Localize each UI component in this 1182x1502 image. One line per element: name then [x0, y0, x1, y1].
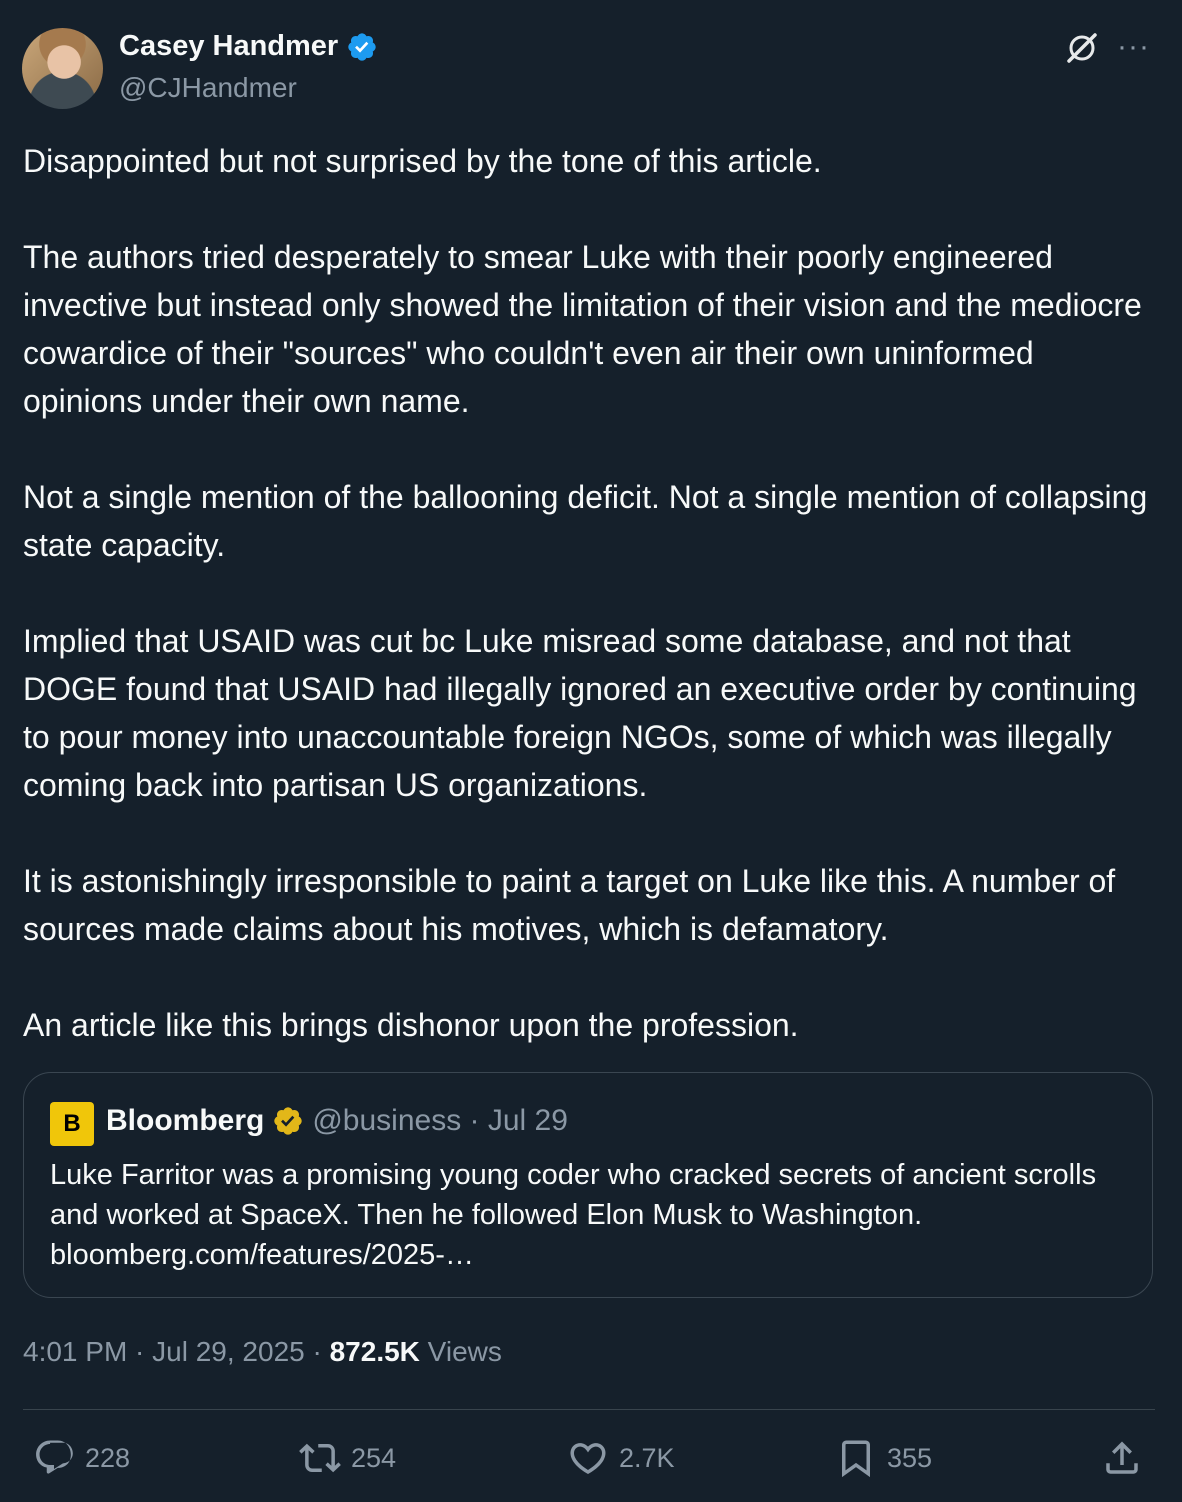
- tweet-paragraph: An article like this brings dishonor upo…: [23, 1007, 799, 1043]
- tweet-paragraph: Disappointed but not surprised by the to…: [23, 143, 822, 179]
- tweet-paragraph: The authors tried desperately to smear L…: [23, 239, 1142, 419]
- quoted-display-name[interactable]: Bloomberg: [106, 1104, 264, 1138]
- reply-count: 228: [85, 1442, 131, 1473]
- quoted-header: Bloomberg @business · Jul 29: [106, 1104, 568, 1138]
- author-handle[interactable]: @CJHandmer: [119, 72, 297, 104]
- tweet-text: Disappointed but not surprised by the to…: [23, 137, 1159, 1097]
- quoted-avatar[interactable]: B: [50, 1102, 94, 1146]
- share-icon: [1106, 1441, 1138, 1474]
- like-button[interactable]: 2.7K: [567, 1428, 675, 1488]
- bookmark-icon: [842, 1440, 870, 1478]
- divider: [23, 1409, 1155, 1410]
- more-icon[interactable]: ···: [1117, 32, 1150, 62]
- tweet: Casey Handmer @CJHandmer ··· Disappointe…: [0, 0, 1182, 1502]
- bookmark-count: 355: [887, 1442, 933, 1473]
- timestamp[interactable]: 4:01 PM · Jul 29, 2025 ·: [23, 1336, 330, 1367]
- verified-badge-icon: [274, 1107, 303, 1135]
- like-icon: [570, 1443, 606, 1475]
- quoted-handle-date[interactable]: @business · Jul 29: [312, 1104, 568, 1138]
- tweet-meta: 4:01 PM · Jul 29, 2025 · 872.5K Views: [23, 1336, 502, 1368]
- quoted-text: Luke Farritor was a promising young code…: [50, 1159, 1097, 1271]
- like-count: 2.7K: [619, 1442, 675, 1473]
- verified-badge-icon: [348, 32, 376, 61]
- reply-button[interactable]: 228: [33, 1428, 130, 1488]
- reply-icon: [36, 1440, 73, 1474]
- repost-button[interactable]: 254: [299, 1428, 396, 1488]
- repost-count: 254: [351, 1442, 397, 1473]
- grok-icon[interactable]: [1064, 30, 1100, 66]
- bookmark-button[interactable]: 355: [835, 1428, 932, 1488]
- tweet-paragraph: Implied that USAID was cut bc Luke misre…: [23, 623, 1137, 803]
- quoted-tweet[interactable]: B Bloomberg @business · Jul 29 Luke Farr…: [23, 1072, 1153, 1298]
- views-count[interactable]: 872.5K: [330, 1336, 420, 1367]
- tweet-paragraph: It is astonishingly irresponsible to pai…: [23, 863, 1116, 947]
- action-bar: 228 254 2.7K 355: [23, 1428, 1155, 1488]
- repost-icon: [299, 1443, 341, 1473]
- avatar[interactable]: [22, 28, 103, 109]
- share-button[interactable]: [1101, 1428, 1143, 1488]
- author-name-row: Casey Handmer: [119, 30, 378, 63]
- views-label: Views: [419, 1336, 502, 1367]
- tweet-paragraph: Not a single mention of the ballooning d…: [23, 479, 1148, 563]
- author-display-name[interactable]: Casey Handmer: [119, 30, 338, 63]
